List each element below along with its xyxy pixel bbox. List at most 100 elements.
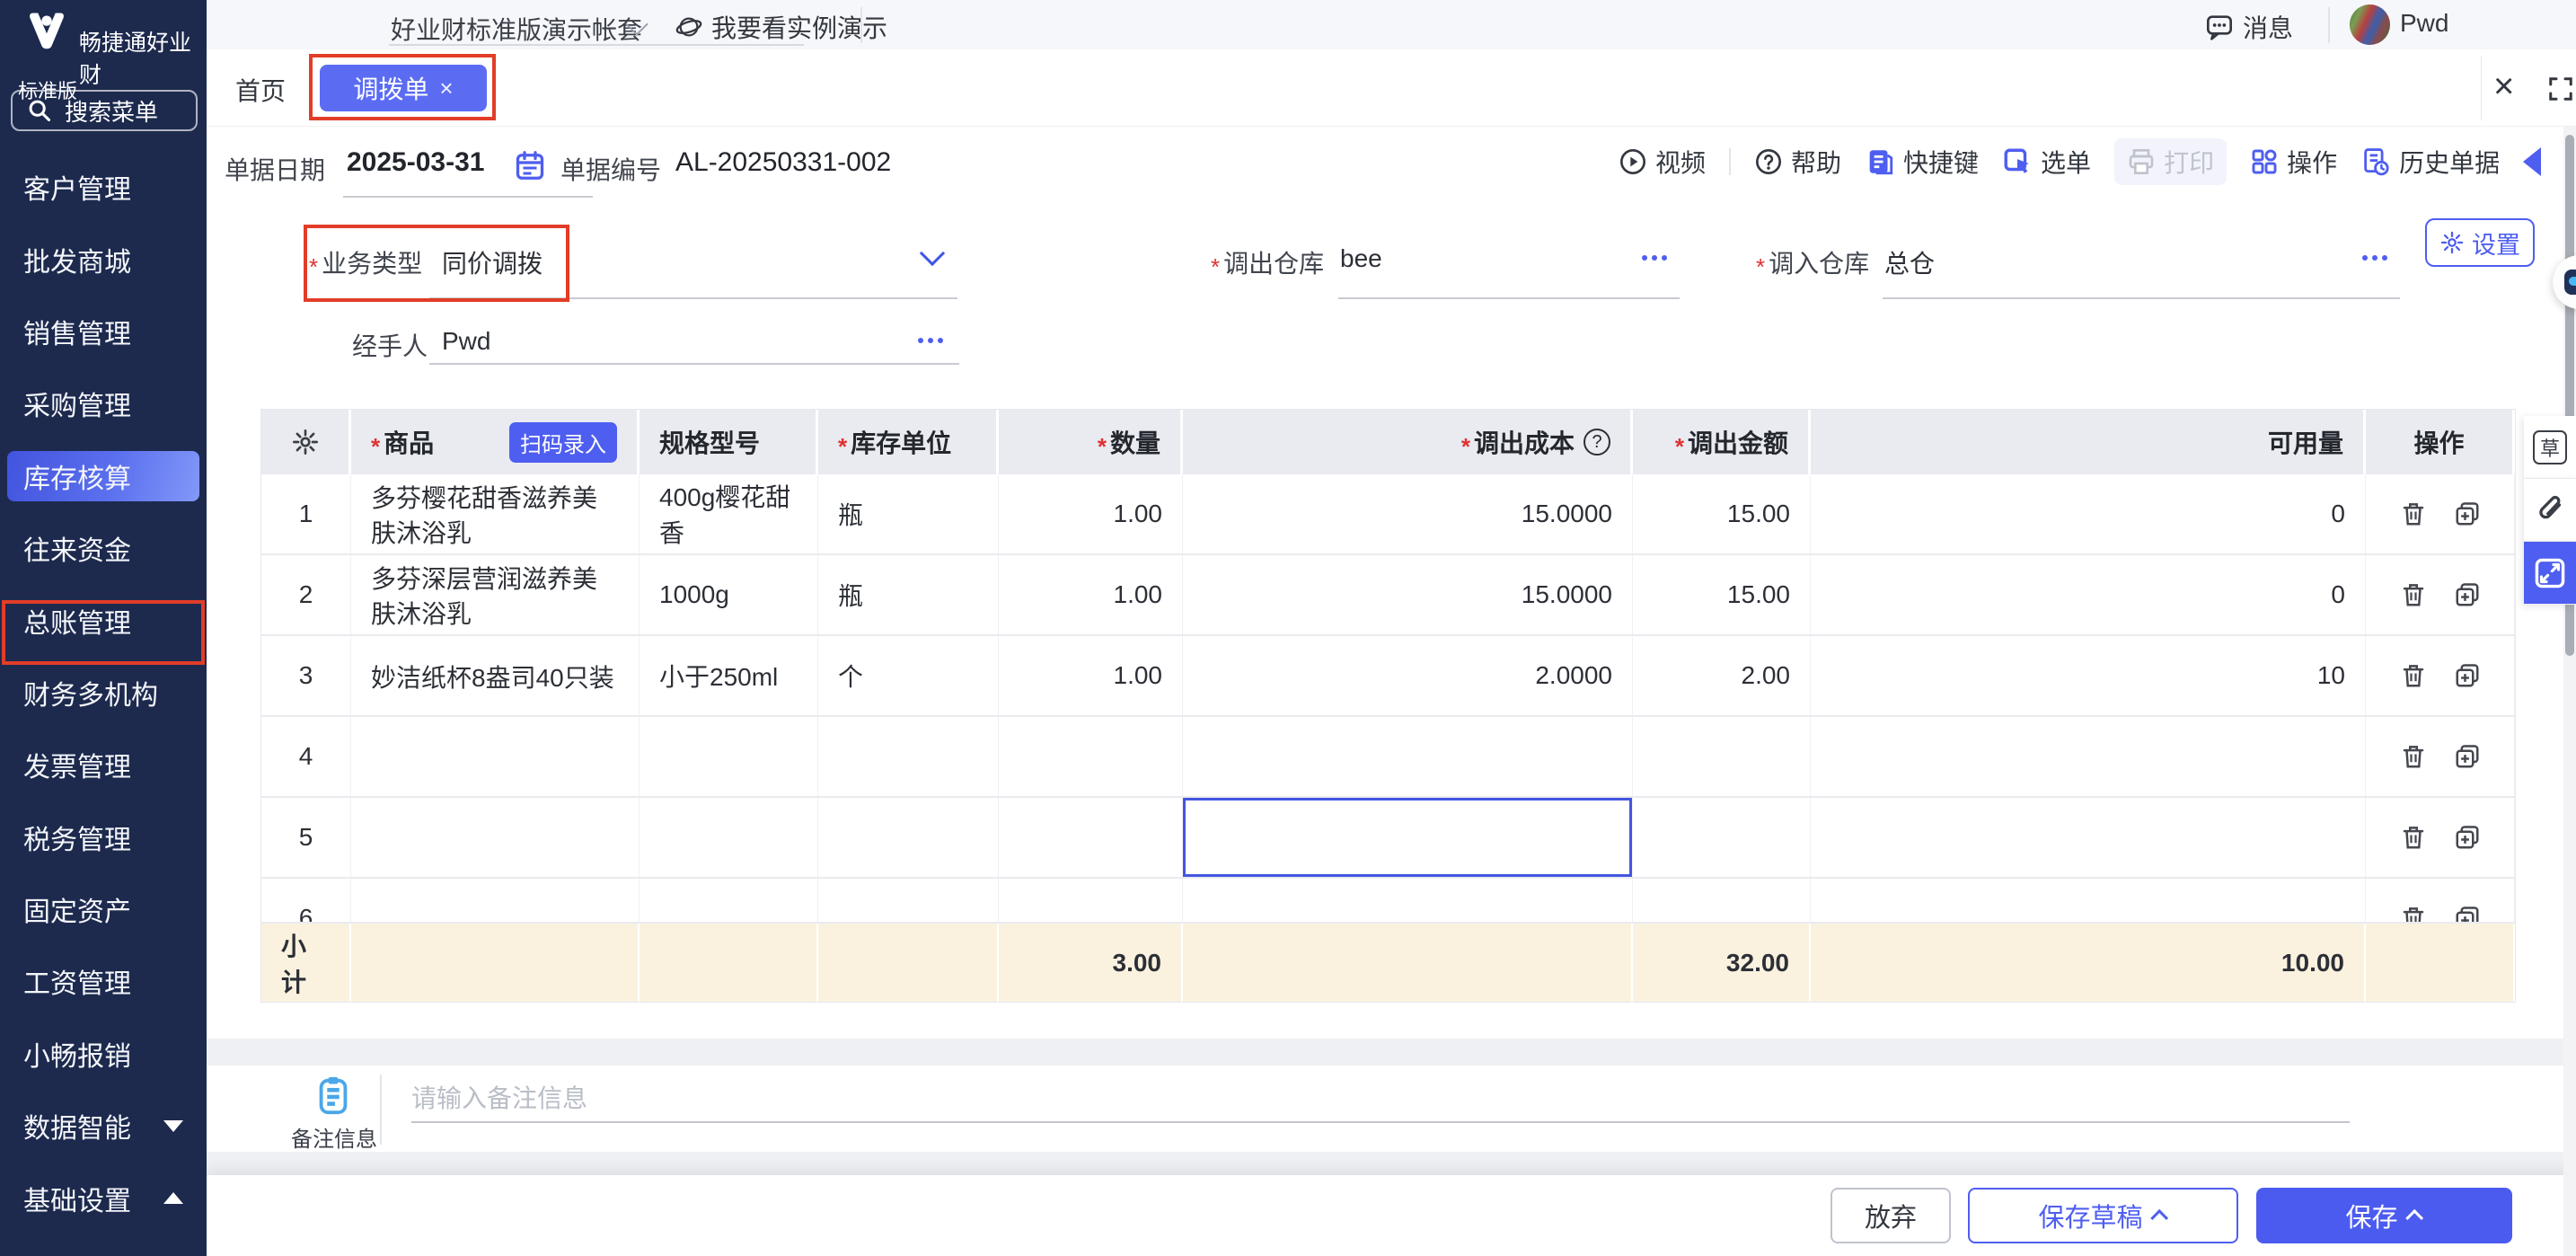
- cell-product[interactable]: [351, 798, 640, 877]
- cell-unit[interactable]: 瓶: [818, 555, 999, 634]
- sidebar-item-tax[interactable]: 税务管理: [0, 801, 207, 873]
- save-draft-button[interactable]: 保存草稿: [1968, 1188, 2238, 1243]
- cell-spec[interactable]: 1000g: [640, 555, 818, 634]
- sidebar-item-customer[interactable]: 客户管理: [0, 151, 207, 223]
- cost-help-icon[interactable]: [1584, 429, 1610, 456]
- remark-input[interactable]: [411, 1076, 2350, 1123]
- cell-cost[interactable]: [1183, 717, 1633, 796]
- sidebar-item-invoice[interactable]: 发票管理: [0, 729, 207, 800]
- cell-product[interactable]: [351, 879, 640, 922]
- delete-row-icon[interactable]: [2400, 824, 2427, 851]
- copy-row-icon[interactable]: [2454, 824, 2481, 851]
- cell-qty[interactable]: 1.00: [999, 555, 1183, 634]
- delete-row-icon[interactable]: [2400, 743, 2427, 770]
- delete-row-icon[interactable]: [2400, 500, 2427, 527]
- cell-spec[interactable]: [640, 879, 818, 922]
- cell-amount[interactable]: [1633, 717, 1811, 796]
- copy-row-icon[interactable]: [2454, 905, 2481, 922]
- hotkeys-button[interactable]: 快捷键: [1865, 144, 1979, 180]
- window-close-icon[interactable]: ×: [2493, 68, 2514, 104]
- cell-cost[interactable]: 15.0000: [1183, 555, 1633, 634]
- cell-unit[interactable]: 个: [818, 636, 999, 715]
- sidebar-item-payroll[interactable]: 工资管理: [0, 945, 207, 1017]
- actions-label: 操作: [2287, 144, 2337, 180]
- cell-amount[interactable]: [1633, 798, 1811, 877]
- cell-amount[interactable]: 15.00: [1633, 555, 1811, 634]
- copy-row-icon[interactable]: [2454, 581, 2481, 608]
- cell-unit[interactable]: 瓶: [818, 474, 999, 553]
- cell-cost-focused[interactable]: [1183, 798, 1633, 877]
- in-warehouse-value[interactable]: 总仓: [1884, 244, 1935, 280]
- cell-product[interactable]: 妙洁纸杯8盎司40只装: [351, 636, 640, 715]
- save-button[interactable]: 保存: [2256, 1188, 2512, 1243]
- account-selector[interactable]: 好业财标准版演示帐套: [391, 11, 642, 47]
- sidebar-item-basic-settings[interactable]: 基础设置: [0, 1162, 207, 1234]
- delete-row-icon[interactable]: [2400, 581, 2427, 608]
- copy-row-icon[interactable]: [2454, 743, 2481, 770]
- cell-product[interactable]: 多芬深层营润滋养美肤沐浴乳: [351, 555, 640, 634]
- cell-spec[interactable]: 400g樱花甜香: [640, 474, 818, 553]
- cell-unit[interactable]: [818, 798, 999, 877]
- messages-button[interactable]: 消息: [2205, 9, 2293, 45]
- menu-search-box[interactable]: 搜索菜单: [11, 90, 198, 131]
- cell-spec[interactable]: [640, 798, 818, 877]
- out-warehouse-value[interactable]: bee: [1340, 244, 1382, 273]
- expand-button[interactable]: [2524, 542, 2576, 605]
- demo-link[interactable]: 我要看实例演示: [675, 9, 887, 45]
- sidebar-item-expense[interactable]: 小畅报销: [0, 1018, 207, 1090]
- doc-date-value[interactable]: 2025-03-31: [347, 147, 484, 178]
- sidebar-item-sales[interactable]: 销售管理: [0, 296, 207, 367]
- cell-qty[interactable]: 1.00: [999, 636, 1183, 715]
- sidebar-item-purchase[interactable]: 采购管理: [0, 367, 207, 439]
- cell-cost[interactable]: 15.0000: [1183, 474, 1633, 553]
- out-warehouse-picker[interactable]: [1642, 255, 1667, 261]
- cell-amount[interactable]: 15.00: [1633, 474, 1811, 553]
- in-warehouse-picker[interactable]: [2362, 255, 2387, 261]
- tab-home[interactable]: 首页: [235, 72, 286, 108]
- drafts-button[interactable]: 草: [2524, 416, 2576, 479]
- settings-button[interactable]: 设置: [2425, 218, 2535, 267]
- cell-qty[interactable]: [999, 798, 1183, 877]
- user-avatar[interactable]: [2350, 4, 2390, 45]
- discard-button[interactable]: 放弃: [1831, 1188, 1951, 1243]
- copy-row-icon[interactable]: [2454, 662, 2481, 689]
- fullscreen-icon[interactable]: [2547, 75, 2574, 102]
- sidebar-item-inventory[interactable]: 库存核算: [0, 440, 207, 512]
- cell-product[interactable]: 多芬樱花甜香滋养美肤沐浴乳: [351, 474, 640, 553]
- video-button[interactable]: 视频: [1619, 144, 1706, 180]
- cell-qty[interactable]: [999, 879, 1183, 922]
- copy-row-icon[interactable]: [2454, 500, 2481, 527]
- cell-cost[interactable]: 2.0000: [1183, 636, 1633, 715]
- cell-qty[interactable]: [999, 717, 1183, 796]
- sidebar-item-multi-org[interactable]: 财务多机构: [0, 657, 207, 729]
- cell-product[interactable]: [351, 717, 640, 796]
- sidebar-item-funds[interactable]: 往来资金: [0, 512, 207, 584]
- user-menu[interactable]: Pwd: [2400, 9, 2448, 38]
- sidebar-item-data-intelligence[interactable]: 数据智能: [0, 1090, 207, 1162]
- cell-amount[interactable]: [1633, 879, 1811, 922]
- cell-unit[interactable]: [818, 879, 999, 922]
- sidebar-item-wholesale[interactable]: 批发商城: [0, 223, 207, 295]
- handler-value[interactable]: Pwd: [442, 327, 490, 356]
- delete-row-icon[interactable]: [2400, 662, 2427, 689]
- cell-spec[interactable]: 小于250ml: [640, 636, 818, 715]
- cell-unit[interactable]: [818, 717, 999, 796]
- attachment-button[interactable]: [2524, 479, 2576, 542]
- calendar-icon[interactable]: [514, 149, 546, 181]
- cell-cost[interactable]: [1183, 879, 1633, 922]
- pick-order-button[interactable]: 选单: [2002, 144, 2091, 180]
- cell-amount[interactable]: 2.00: [1633, 636, 1811, 715]
- actions-button[interactable]: 操作: [2250, 144, 2337, 180]
- help-button[interactable]: 帮助: [1754, 144, 1841, 180]
- sidebar-menu: 客户管理 批发商城 销售管理 采购管理 库存核算 往来资金 总账管理 财务多机构…: [0, 151, 207, 1234]
- handler-picker[interactable]: [918, 338, 943, 343]
- column-settings-button[interactable]: [261, 410, 351, 474]
- cell-spec[interactable]: [640, 717, 818, 796]
- print-button[interactable]: 打印: [2114, 138, 2227, 185]
- cell-qty[interactable]: 1.00: [999, 474, 1183, 553]
- history-button[interactable]: 历史单据: [2360, 144, 2500, 180]
- sidebar-item-fixed-assets[interactable]: 固定资产: [0, 873, 207, 945]
- scan-entry-badge[interactable]: 扫码录入: [509, 422, 617, 463]
- delete-row-icon[interactable]: [2400, 905, 2427, 922]
- prev-doc-arrow[interactable]: [2523, 147, 2541, 176]
